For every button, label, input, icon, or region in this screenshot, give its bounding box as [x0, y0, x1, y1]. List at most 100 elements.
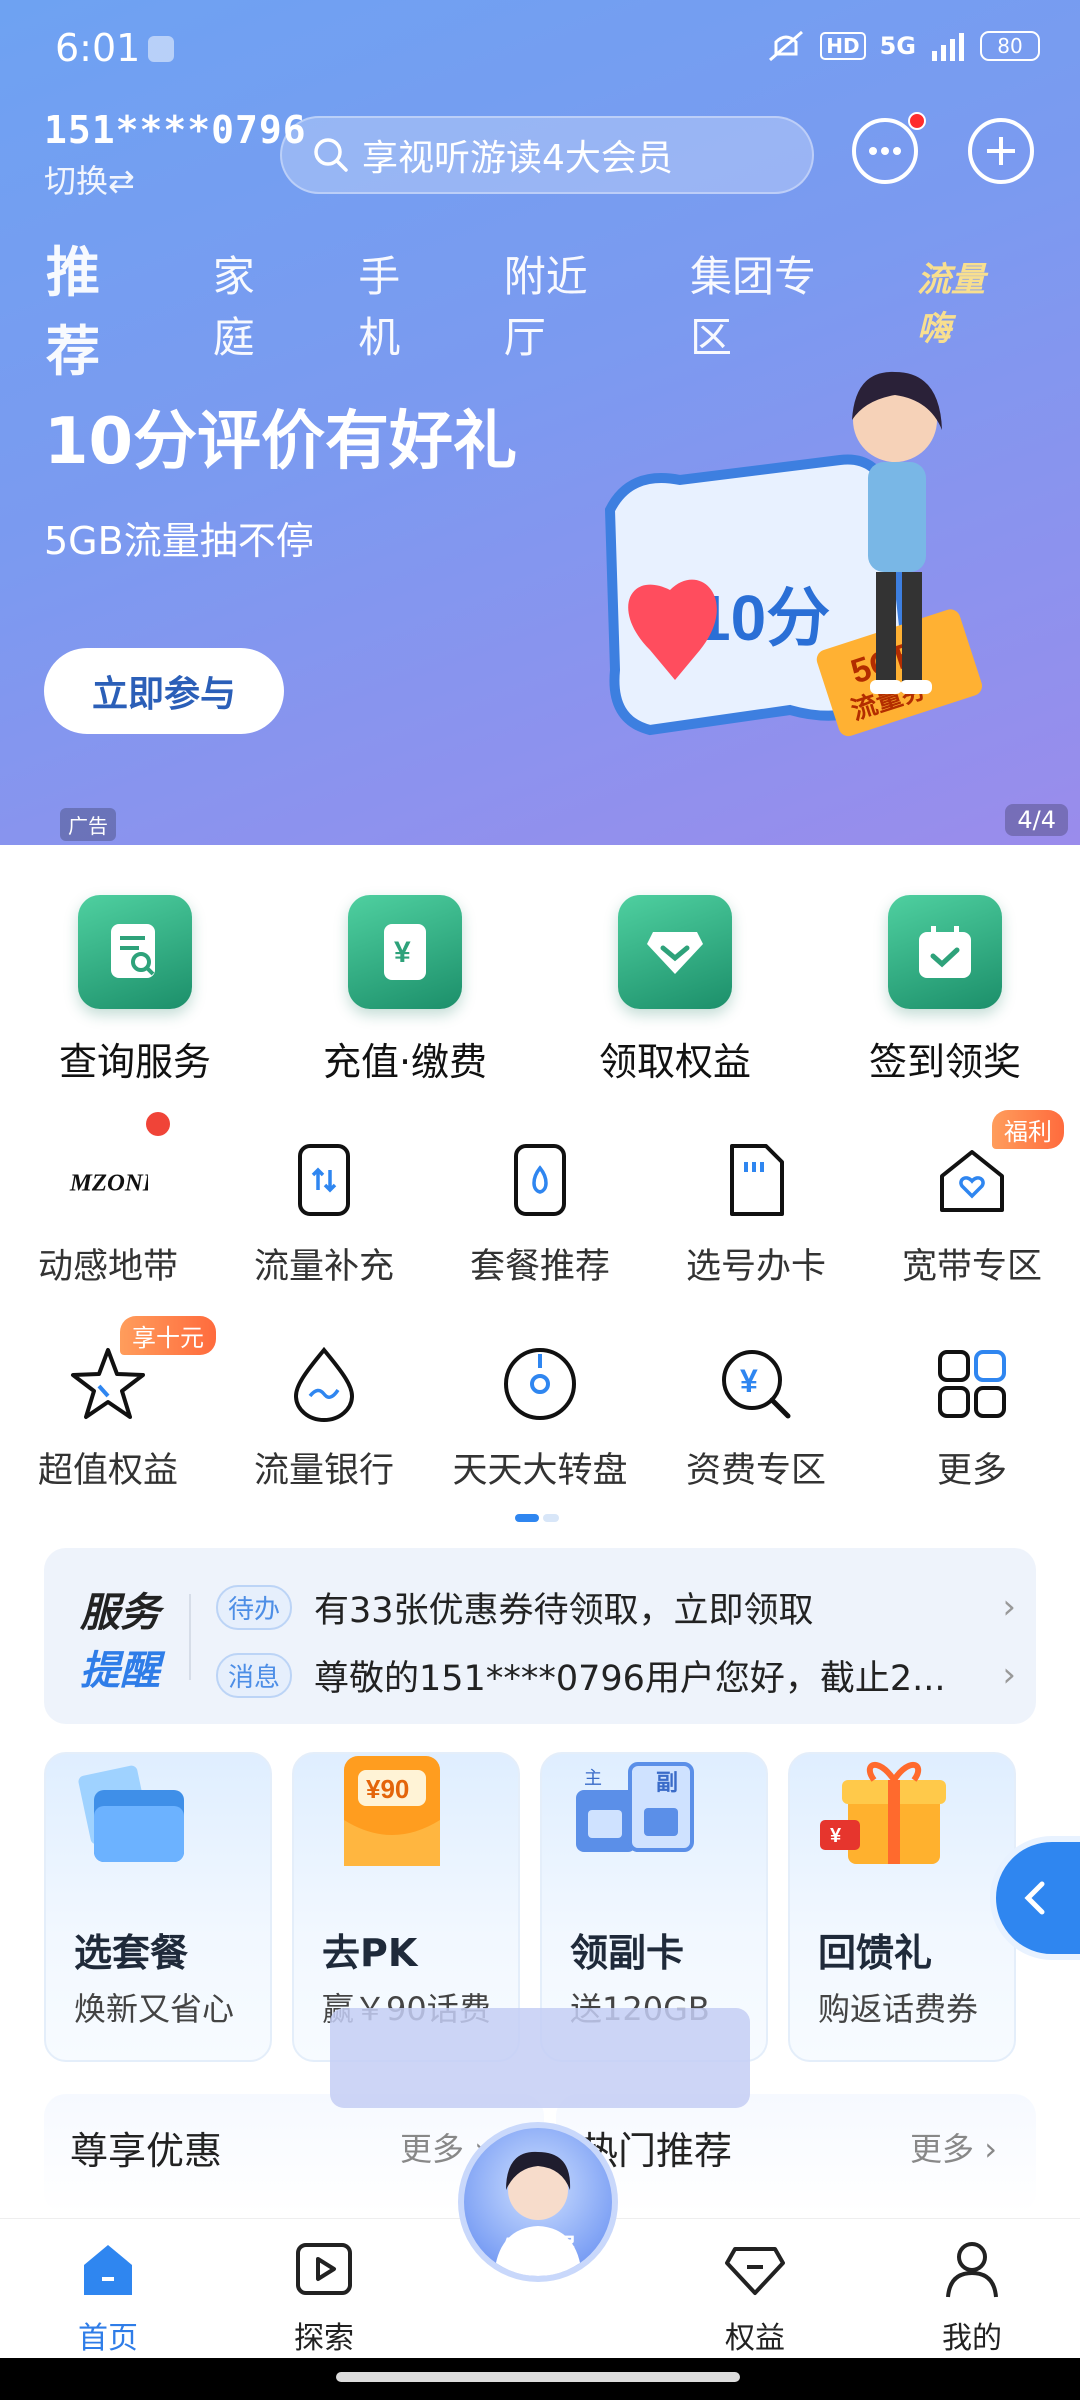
nav-explore[interactable]: 探索 [264, 2237, 384, 2357]
grid-item-label: 选号办卡 [685, 1247, 826, 1287]
tab-recommend[interactable]: 推荐 [46, 228, 151, 386]
reminder-row-todo[interactable]: 待办 有33张优惠券待领取，立即领取 › [216, 1582, 1016, 1632]
promo-card-title: 选套餐 [74, 1931, 189, 1975]
grid-item-data-bank[interactable]: 流量银行 [216, 1344, 432, 1493]
reminder-row-message[interactable]: 消息 尊敬的151****0796用户您好，截止2... › [216, 1650, 1016, 1700]
ten-yuan-tag: 享十元 [120, 1316, 216, 1355]
star-icon [68, 1344, 148, 1424]
promo-card-title: 领副卡 [570, 1931, 685, 1975]
ai-tooltip-bubble [330, 2008, 750, 2108]
promo-card-subtitle: 焕新又省心 [74, 1990, 235, 2028]
switch-account-label: 切换⇄ [44, 162, 135, 200]
sim-card-icon [716, 1140, 796, 1220]
grid-item-label: 更多 [936, 1451, 1007, 1491]
svg-text:MZONE: MZONE [69, 1169, 148, 1196]
quick-action-label: 领取权益 [598, 1040, 751, 1084]
yen-search-icon: ¥ [716, 1344, 796, 1424]
grid-item-label: 动感地带 [37, 1247, 178, 1287]
grid-item-more[interactable]: 更多 [864, 1344, 1080, 1493]
signal-icon [932, 33, 964, 61]
join-now-button[interactable]: 立即参与 [44, 648, 284, 734]
quick-action-label: 充值·缴费 [322, 1040, 488, 1084]
search-bar[interactable]: 享视听游读4大会员 [280, 116, 814, 194]
chevron-right-icon: › [1002, 1655, 1016, 1695]
quick-action-checkin[interactable]: 签到领奖 [810, 895, 1080, 1086]
svg-text:副: 副 [656, 1770, 678, 1795]
nav-label: 探索 [294, 2321, 354, 2356]
todo-chip: 待办 [216, 1584, 293, 1630]
grid-item-plan-recommend[interactable]: 套餐推荐 [432, 1140, 648, 1289]
grid-item-label: 流量补充 [253, 1247, 394, 1287]
flame-phone-icon [500, 1140, 580, 1220]
promo-card-title: 回馈礼 [818, 1931, 933, 1975]
status-time: 6:01 [55, 26, 141, 70]
service-reminder: 服务 提醒 待办 有33张优惠券待领取，立即领取 › 消息 尊敬的151****… [44, 1548, 1036, 1724]
quick-action-benefits[interactable]: 领取权益 [540, 895, 810, 1086]
grid-item-data-topup[interactable]: 流量补充 [216, 1140, 432, 1289]
promo-card-plan[interactable]: 选套餐 焕新又省心 [44, 1752, 272, 2062]
nav-mine[interactable]: 我的 [912, 2237, 1032, 2357]
unread-dot [908, 112, 926, 130]
ai-assistant-button[interactable]: AI灵犀 [458, 2122, 618, 2282]
banner-title: 10分评价有好礼 [44, 405, 518, 479]
reminder-text: 尊敬的151****0796用户您好，截止2... [314, 1658, 946, 1699]
grid-item-label: 资费专区 [685, 1451, 826, 1491]
data-transfer-icon [284, 1140, 364, 1220]
nav-home[interactable]: 首页 [48, 2237, 168, 2357]
grid-item-choose-number[interactable]: 选号办卡 [648, 1140, 864, 1289]
nav-benefits[interactable]: 权益 [695, 2237, 815, 2357]
service-grid-row-1: MZONE 动感地带 流量补充 套餐推荐 选号办卡 福利 宽带专区 [0, 1110, 1080, 1289]
svg-text:¥: ¥ [394, 936, 411, 969]
quick-action-query[interactable]: 查询服务 [0, 895, 270, 1086]
nav-label: 首页 [78, 2321, 138, 2356]
nav-label: 我的 [942, 2321, 1002, 2356]
chevron-right-icon: › [1002, 1587, 1016, 1627]
search-placeholder: 享视听游读4大会员 [362, 138, 673, 179]
promo-card-gift[interactable]: ¥ 回馈礼 购返话费券 [788, 1752, 1016, 2062]
grid-item-label: 超值权益 [37, 1451, 178, 1491]
hd-badge: HD [820, 32, 866, 60]
quick-action-label: 查询服务 [58, 1040, 211, 1084]
grid-item-label: 天天大转盘 [452, 1451, 628, 1491]
welfare-tag: 福利 [992, 1110, 1064, 1149]
tab-data-promo[interactable]: 流量嗨 [917, 252, 1016, 350]
gift-icon: ¥ [820, 1761, 946, 1864]
section-more-link[interactable]: 更多 › [910, 2124, 997, 2170]
ai-assistant-label: AI灵犀 [500, 2233, 576, 2261]
grid-item-tariff-zone[interactable]: ¥ 资费专区 [648, 1344, 864, 1493]
banner-pager: 4/4 [1005, 804, 1068, 836]
section-hot-recommend: 热门推荐 更多 › [556, 2094, 1036, 2214]
home-indicator[interactable] [336, 2372, 740, 2382]
status-icons: HD 5G 80 [766, 28, 1040, 64]
home-heart-icon [932, 1140, 1012, 1220]
user-icon [946, 2242, 998, 2298]
red-envelope-icon: ¥90 [344, 1756, 440, 1866]
messages-button[interactable] [852, 112, 926, 184]
svg-text:¥: ¥ [830, 1825, 842, 1847]
search-icon [314, 138, 348, 172]
quick-actions: 查询服务 ¥ 充值·缴费 领取权益 签到领奖 [0, 895, 1080, 1086]
grid-item-label: 流量银行 [253, 1451, 394, 1491]
add-button[interactable] [968, 118, 1034, 184]
calendar-check-icon [888, 895, 1002, 1009]
account-switcher[interactable]: 151****0796 切换⇄ [44, 108, 307, 202]
banner-subtitle: 5GB流量抽不停 [44, 519, 314, 563]
tab-nearby-hall[interactable]: 附近厅 [504, 243, 626, 365]
battery-icon: 80 [980, 31, 1040, 61]
grid-item-broadband[interactable]: 福利 宽带专区 [864, 1110, 1080, 1289]
tab-group-zone[interactable]: 集团专区 [690, 243, 853, 365]
grid-item-lucky-wheel[interactable]: 天天大转盘 [432, 1344, 648, 1493]
grid-item-value-benefits[interactable]: 享十元 超值权益 [0, 1316, 216, 1493]
quick-action-recharge[interactable]: ¥ 充值·缴费 [270, 895, 540, 1086]
sim-cards-icon: 主副 [576, 1762, 694, 1852]
yen-phone-icon: ¥ [348, 895, 462, 1009]
apps-grid-icon [932, 1344, 1012, 1424]
search-document-icon [78, 895, 192, 1009]
promo-card-subtitle: 购返话费券 [818, 1990, 979, 2028]
grid-item-mzone[interactable]: MZONE 动感地带 [0, 1112, 216, 1289]
promo-card-title: 去PK [322, 1931, 418, 1975]
tab-family[interactable]: 家庭 [213, 243, 295, 365]
chat-bubble-icon [869, 147, 901, 155]
wheel-icon [500, 1344, 580, 1424]
tab-phone[interactable]: 手机 [358, 243, 440, 365]
